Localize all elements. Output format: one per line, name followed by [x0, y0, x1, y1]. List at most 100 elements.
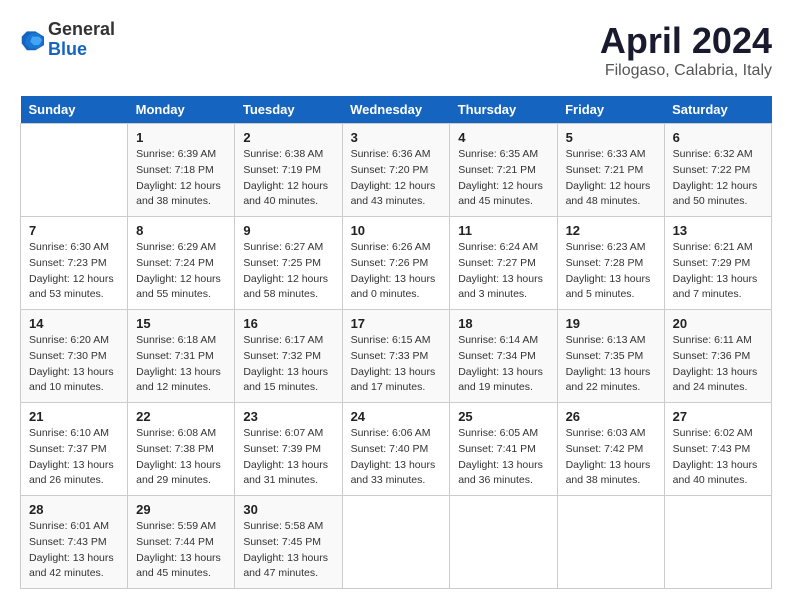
day-number: 15 [136, 316, 226, 331]
day-number: 5 [566, 130, 656, 145]
calendar-cell: 26 Sunrise: 6:03 AMSunset: 7:42 PMDaylig… [557, 403, 664, 496]
day-number: 28 [29, 502, 119, 517]
calendar-cell: 18 Sunrise: 6:14 AMSunset: 7:34 PMDaylig… [450, 310, 557, 403]
day-number: 16 [243, 316, 333, 331]
day-number: 25 [458, 409, 548, 424]
day-number: 10 [351, 223, 442, 238]
day-info: Sunrise: 5:58 AMSunset: 7:45 PMDaylight:… [243, 519, 333, 582]
day-number: 27 [673, 409, 763, 424]
page-header: General Blue April 2024 Filogaso, Calabr… [20, 20, 772, 80]
day-info: Sunrise: 6:06 AMSunset: 7:40 PMDaylight:… [351, 426, 442, 489]
day-info: Sunrise: 6:14 AMSunset: 7:34 PMDaylight:… [458, 333, 548, 396]
day-info: Sunrise: 6:05 AMSunset: 7:41 PMDaylight:… [458, 426, 548, 489]
logo-general-text: General [48, 19, 115, 39]
calendar-cell: 9 Sunrise: 6:27 AMSunset: 7:25 PMDayligh… [235, 217, 342, 310]
day-info: Sunrise: 6:21 AMSunset: 7:29 PMDaylight:… [673, 240, 763, 303]
day-number: 3 [351, 130, 442, 145]
day-info: Sunrise: 6:29 AMSunset: 7:24 PMDaylight:… [136, 240, 226, 303]
weekday-header: Saturday [664, 96, 771, 124]
day-number: 30 [243, 502, 333, 517]
calendar-cell: 6 Sunrise: 6:32 AMSunset: 7:22 PMDayligh… [664, 124, 771, 217]
day-number: 21 [29, 409, 119, 424]
calendar-week-row: 1 Sunrise: 6:39 AMSunset: 7:18 PMDayligh… [21, 124, 772, 217]
calendar-cell: 1 Sunrise: 6:39 AMSunset: 7:18 PMDayligh… [128, 124, 235, 217]
day-info: Sunrise: 6:32 AMSunset: 7:22 PMDaylight:… [673, 147, 763, 210]
day-info: Sunrise: 6:18 AMSunset: 7:31 PMDaylight:… [136, 333, 226, 396]
day-info: Sunrise: 6:15 AMSunset: 7:33 PMDaylight:… [351, 333, 442, 396]
calendar-cell: 25 Sunrise: 6:05 AMSunset: 7:41 PMDaylig… [450, 403, 557, 496]
day-number: 2 [243, 130, 333, 145]
day-info: Sunrise: 6:38 AMSunset: 7:19 PMDaylight:… [243, 147, 333, 210]
day-info: Sunrise: 6:03 AMSunset: 7:42 PMDaylight:… [566, 426, 656, 489]
day-number: 11 [458, 223, 548, 238]
day-number: 12 [566, 223, 656, 238]
calendar-cell: 24 Sunrise: 6:06 AMSunset: 7:40 PMDaylig… [342, 403, 450, 496]
calendar-cell [557, 496, 664, 589]
weekday-header: Tuesday [235, 96, 342, 124]
weekday-header: Monday [128, 96, 235, 124]
calendar-cell: 8 Sunrise: 6:29 AMSunset: 7:24 PMDayligh… [128, 217, 235, 310]
calendar-title: April 2024 [600, 20, 772, 62]
day-number: 8 [136, 223, 226, 238]
day-info: Sunrise: 6:20 AMSunset: 7:30 PMDaylight:… [29, 333, 119, 396]
day-info: Sunrise: 6:26 AMSunset: 7:26 PMDaylight:… [351, 240, 442, 303]
logo-icon [20, 28, 44, 52]
calendar-cell: 20 Sunrise: 6:11 AMSunset: 7:36 PMDaylig… [664, 310, 771, 403]
calendar-cell: 5 Sunrise: 6:33 AMSunset: 7:21 PMDayligh… [557, 124, 664, 217]
calendar-cell: 30 Sunrise: 5:58 AMSunset: 7:45 PMDaylig… [235, 496, 342, 589]
day-number: 19 [566, 316, 656, 331]
calendar-cell [664, 496, 771, 589]
calendar-table: SundayMondayTuesdayWednesdayThursdayFrid… [20, 96, 772, 589]
day-number: 13 [673, 223, 763, 238]
calendar-cell: 27 Sunrise: 6:02 AMSunset: 7:43 PMDaylig… [664, 403, 771, 496]
day-number: 6 [673, 130, 763, 145]
day-number: 23 [243, 409, 333, 424]
calendar-cell: 11 Sunrise: 6:24 AMSunset: 7:27 PMDaylig… [450, 217, 557, 310]
day-number: 9 [243, 223, 333, 238]
calendar-cell: 14 Sunrise: 6:20 AMSunset: 7:30 PMDaylig… [21, 310, 128, 403]
calendar-cell: 23 Sunrise: 6:07 AMSunset: 7:39 PMDaylig… [235, 403, 342, 496]
calendar-cell: 7 Sunrise: 6:30 AMSunset: 7:23 PMDayligh… [21, 217, 128, 310]
day-info: Sunrise: 6:02 AMSunset: 7:43 PMDaylight:… [673, 426, 763, 489]
calendar-cell: 2 Sunrise: 6:38 AMSunset: 7:19 PMDayligh… [235, 124, 342, 217]
day-info: Sunrise: 6:08 AMSunset: 7:38 PMDaylight:… [136, 426, 226, 489]
calendar-cell: 17 Sunrise: 6:15 AMSunset: 7:33 PMDaylig… [342, 310, 450, 403]
calendar-cell [450, 496, 557, 589]
day-number: 7 [29, 223, 119, 238]
logo: General Blue [20, 20, 115, 60]
calendar-week-row: 14 Sunrise: 6:20 AMSunset: 7:30 PMDaylig… [21, 310, 772, 403]
day-number: 1 [136, 130, 226, 145]
calendar-cell: 13 Sunrise: 6:21 AMSunset: 7:29 PMDaylig… [664, 217, 771, 310]
calendar-cell: 21 Sunrise: 6:10 AMSunset: 7:37 PMDaylig… [21, 403, 128, 496]
day-info: Sunrise: 6:27 AMSunset: 7:25 PMDaylight:… [243, 240, 333, 303]
calendar-cell: 4 Sunrise: 6:35 AMSunset: 7:21 PMDayligh… [450, 124, 557, 217]
day-number: 20 [673, 316, 763, 331]
calendar-cell: 19 Sunrise: 6:13 AMSunset: 7:35 PMDaylig… [557, 310, 664, 403]
day-number: 4 [458, 130, 548, 145]
day-number: 26 [566, 409, 656, 424]
calendar-cell: 12 Sunrise: 6:23 AMSunset: 7:28 PMDaylig… [557, 217, 664, 310]
day-info: Sunrise: 6:07 AMSunset: 7:39 PMDaylight:… [243, 426, 333, 489]
weekday-header: Friday [557, 96, 664, 124]
weekday-header: Thursday [450, 96, 557, 124]
day-info: Sunrise: 6:23 AMSunset: 7:28 PMDaylight:… [566, 240, 656, 303]
calendar-cell [342, 496, 450, 589]
calendar-week-row: 28 Sunrise: 6:01 AMSunset: 7:43 PMDaylig… [21, 496, 772, 589]
calendar-cell: 10 Sunrise: 6:26 AMSunset: 7:26 PMDaylig… [342, 217, 450, 310]
calendar-cell: 15 Sunrise: 6:18 AMSunset: 7:31 PMDaylig… [128, 310, 235, 403]
day-number: 18 [458, 316, 548, 331]
calendar-week-row: 7 Sunrise: 6:30 AMSunset: 7:23 PMDayligh… [21, 217, 772, 310]
weekday-header: Wednesday [342, 96, 450, 124]
calendar-cell [21, 124, 128, 217]
day-info: Sunrise: 6:01 AMSunset: 7:43 PMDaylight:… [29, 519, 119, 582]
weekday-header: Sunday [21, 96, 128, 124]
day-info: Sunrise: 6:11 AMSunset: 7:36 PMDaylight:… [673, 333, 763, 396]
weekday-header-row: SundayMondayTuesdayWednesdayThursdayFrid… [21, 96, 772, 124]
calendar-cell: 29 Sunrise: 5:59 AMSunset: 7:44 PMDaylig… [128, 496, 235, 589]
day-info: Sunrise: 6:10 AMSunset: 7:37 PMDaylight:… [29, 426, 119, 489]
day-number: 22 [136, 409, 226, 424]
day-number: 29 [136, 502, 226, 517]
calendar-cell: 3 Sunrise: 6:36 AMSunset: 7:20 PMDayligh… [342, 124, 450, 217]
day-info: Sunrise: 6:30 AMSunset: 7:23 PMDaylight:… [29, 240, 119, 303]
day-info: Sunrise: 6:36 AMSunset: 7:20 PMDaylight:… [351, 147, 442, 210]
